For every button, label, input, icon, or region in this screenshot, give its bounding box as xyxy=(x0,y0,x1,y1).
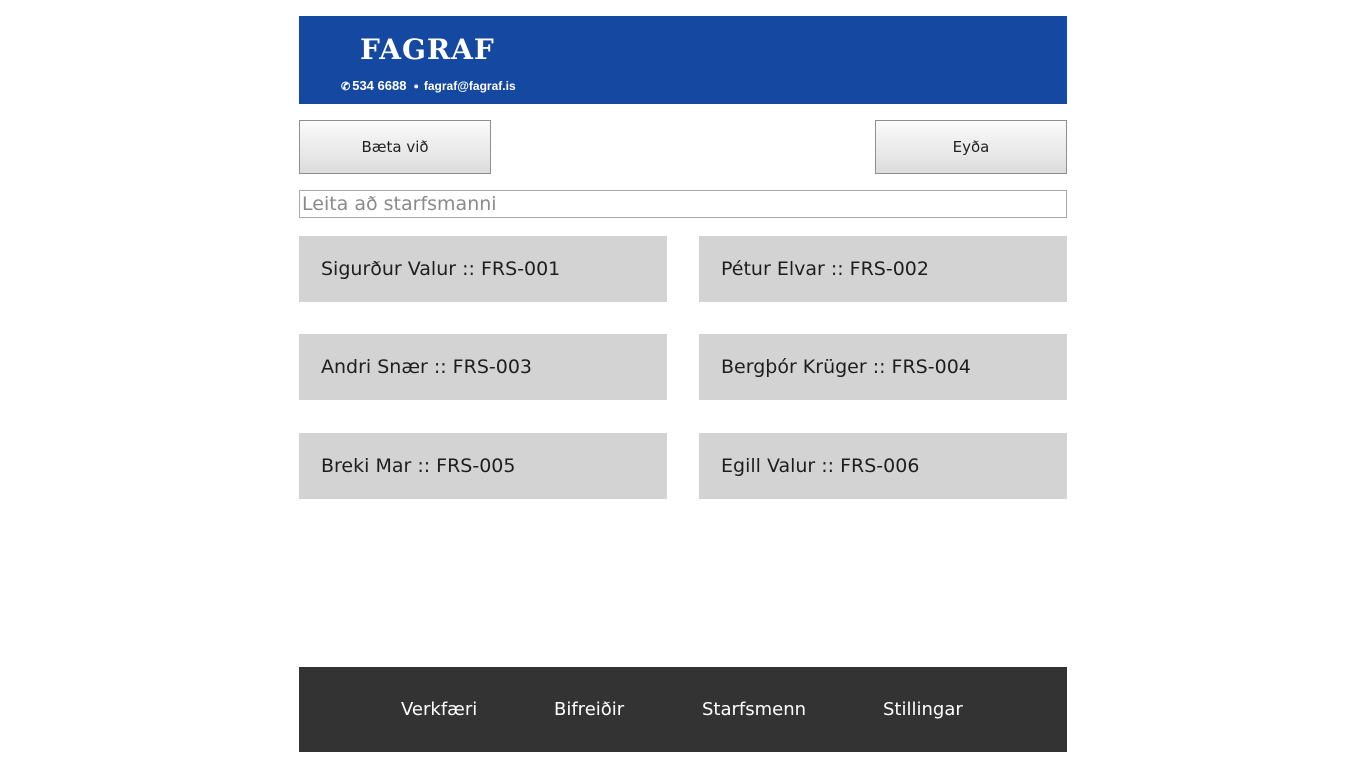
logo-contact: ✆ 534 6688 ● fagraf@fagraf.is xyxy=(341,78,516,95)
employee-card[interactable]: Breki Mar :: FRS-005 xyxy=(299,433,667,499)
employee-card[interactable]: Andri Snær :: FRS-003 xyxy=(299,334,667,400)
employee-card[interactable]: Egill Valur :: FRS-006 xyxy=(699,433,1067,499)
employee-card[interactable]: Sigurður Valur :: FRS-001 xyxy=(299,236,667,302)
nav-item-settings[interactable]: Stillingar xyxy=(883,667,963,752)
footer-nav: Verkfæri Bifreiðir Starfsmenn Stillingar xyxy=(299,667,1067,752)
delete-button[interactable]: Eyða xyxy=(875,120,1067,174)
separator-dot-icon: ● xyxy=(413,81,419,91)
logo-title: FAGRAF xyxy=(360,33,495,66)
nav-item-vehicles[interactable]: Bifreiðir xyxy=(554,667,624,752)
app-container: FAGRAF ✆ 534 6688 ● fagraf@fagraf.is Bæta v… xyxy=(299,16,1067,752)
nav-item-employees[interactable]: Starfsmenn xyxy=(702,667,806,752)
add-button[interactable]: Bæta við xyxy=(299,120,491,174)
nav-item-tools[interactable]: Verkfæri xyxy=(401,667,477,752)
search-input[interactable] xyxy=(299,190,1067,218)
logo-email: fagraf@fagraf.is xyxy=(423,79,516,93)
phone-icon: ✆ xyxy=(341,81,351,93)
employee-card[interactable]: Bergþór Krüger :: FRS-004 xyxy=(699,334,1067,400)
logo-phone: 534 6688 xyxy=(352,78,407,93)
header-banner: FAGRAF ✆ 534 6688 ● fagraf@fagraf.is xyxy=(299,16,1067,104)
employee-card[interactable]: Pétur Elvar :: FRS-002 xyxy=(699,236,1067,302)
